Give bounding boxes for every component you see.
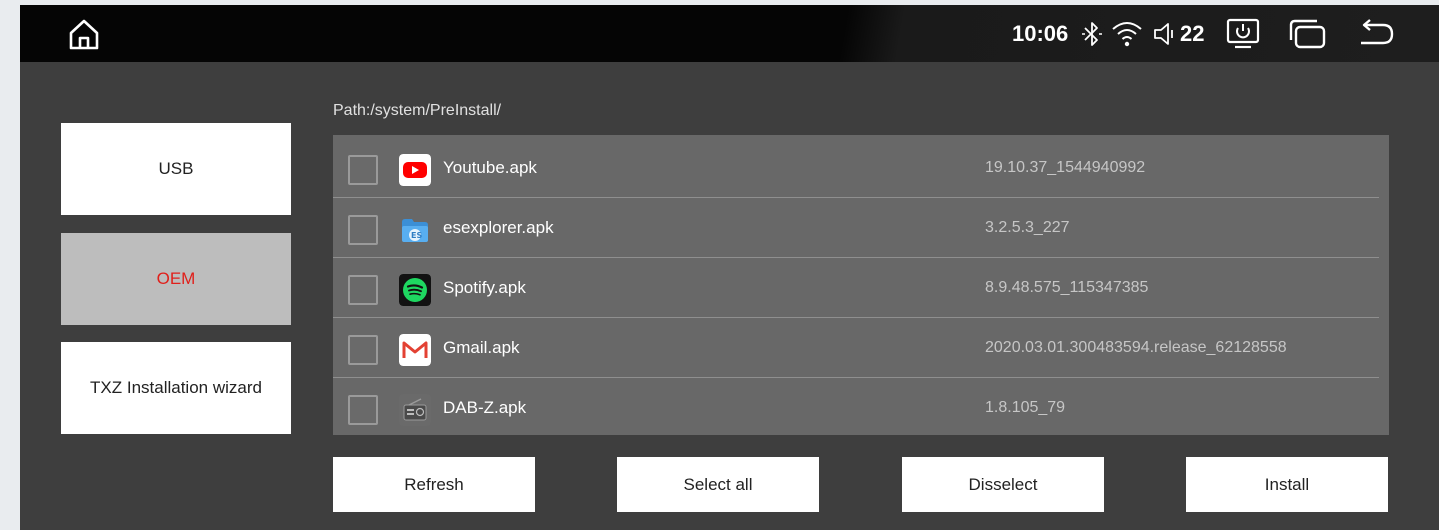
spotify-icon [399, 274, 431, 306]
file-checkbox[interactable] [348, 335, 378, 365]
sidebar-item-txz-installation-wizard[interactable]: TXZ Installation wizard [61, 342, 291, 434]
back-icon[interactable] [1354, 5, 1396, 62]
es-explorer-icon: ES [399, 214, 431, 246]
file-version: 2020.03.01.300483594.release_62128558 [985, 339, 1287, 356]
head-unit-screen: 10:06 22 USB OEM TXZ Installation wizard… [20, 5, 1439, 530]
file-row-spotify[interactable]: Spotify.apk 8.9.48.575_115347385 [333, 258, 1379, 318]
file-checkbox[interactable] [348, 155, 378, 185]
file-row-esexplorer[interactable]: ES esexplorer.apk 3.2.5.3_227 [333, 198, 1379, 258]
file-checkbox[interactable] [348, 275, 378, 305]
file-list[interactable]: Youtube.apk 19.10.37_1544940992 ES esexp… [333, 135, 1389, 435]
path-label: Path:/system/PreInstall/ [333, 102, 502, 119]
bluetooth-icon [1079, 5, 1105, 62]
disselect-button[interactable]: Disselect [902, 457, 1104, 512]
recent-apps-icon[interactable] [1286, 5, 1328, 62]
sidebar-item-usb[interactable]: USB [61, 123, 291, 215]
screen-power-icon[interactable] [1223, 5, 1263, 62]
volume-icon[interactable] [1151, 5, 1177, 62]
refresh-button[interactable]: Refresh [333, 457, 535, 512]
file-version: 1.8.105_79 [985, 399, 1066, 416]
gmail-icon [399, 334, 431, 366]
status-bar: 10:06 22 [20, 5, 1439, 62]
wifi-icon [1110, 5, 1144, 62]
file-checkbox[interactable] [348, 215, 378, 245]
file-name: Youtube.apk [443, 158, 537, 177]
file-row-gmail[interactable]: Gmail.apk 2020.03.01.300483594.release_6… [333, 318, 1379, 378]
youtube-icon [399, 154, 431, 186]
file-name: DAB-Z.apk [443, 398, 527, 417]
svg-text:ES: ES [411, 231, 422, 240]
select-all-button[interactable]: Select all [617, 457, 819, 512]
file-version: 19.10.37_1544940992 [985, 159, 1146, 176]
sidebar-item-oem[interactable]: OEM [61, 233, 291, 325]
dab-radio-icon [399, 394, 431, 426]
volume-level: 22 [1180, 21, 1205, 46]
file-row-dab-z[interactable]: DAB-Z.apk 1.8.105_79 [333, 378, 1379, 438]
file-row-youtube[interactable]: Youtube.apk 19.10.37_1544940992 [333, 138, 1379, 198]
file-name: esexplorer.apk [443, 218, 554, 237]
file-version: 8.9.48.575_115347385 [985, 279, 1149, 296]
clock: 10:06 [1012, 21, 1069, 46]
file-checkbox[interactable] [348, 395, 378, 425]
install-button[interactable]: Install [1186, 457, 1388, 512]
file-version: 3.2.5.3_227 [985, 219, 1070, 236]
file-name: Spotify.apk [443, 278, 526, 297]
file-name: Gmail.apk [443, 338, 520, 357]
home-icon[interactable] [62, 5, 106, 62]
